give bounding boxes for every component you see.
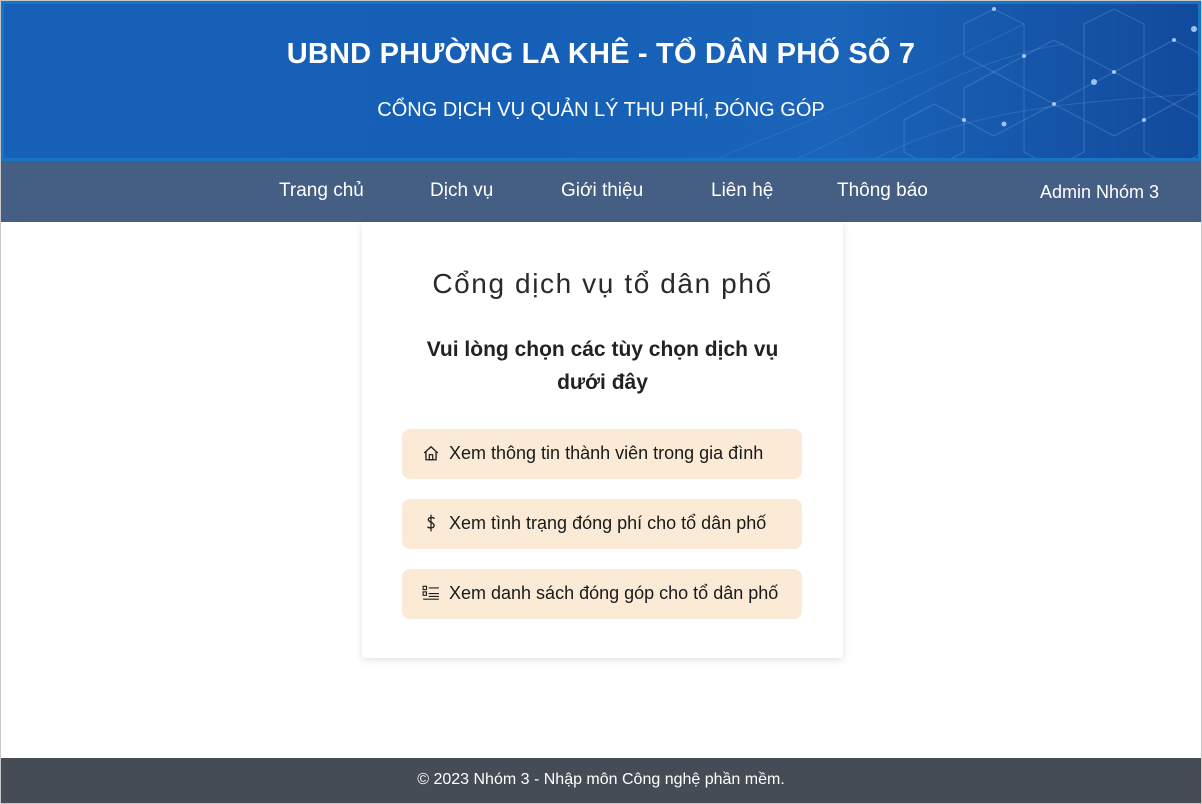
option-label: Xem tình trạng đóng phí cho tổ dân phố xyxy=(449,513,767,533)
option-label: Xem danh sách đóng góp cho tổ dân phố xyxy=(449,583,779,603)
nav-link-contact[interactable]: Liên hệ xyxy=(711,180,773,202)
footer-copyright: © 2023 Nhóm 3 - Nhập môn Công nghệ phần … xyxy=(417,771,785,788)
option-view-contribution-list[interactable]: Xem danh sách đóng góp cho tổ dân phố xyxy=(402,569,802,619)
option-view-fee-status[interactable]: Xem tình trạng đóng phí cho tổ dân phố xyxy=(402,499,802,549)
option-label: Xem thông tin thành viên trong gia đình xyxy=(449,443,764,463)
header-banner: UBND PHƯỜNG LA KHÊ - TỔ DÂN PHỐ SỐ 7 CỔN… xyxy=(1,1,1201,161)
nav-link-notifications[interactable]: Thông báo xyxy=(837,180,928,202)
house-icon xyxy=(423,445,439,461)
user-account-menu[interactable]: Admin Nhóm 3 xyxy=(1040,182,1159,203)
option-view-family-members[interactable]: Xem thông tin thành viên trong gia đình xyxy=(402,429,802,479)
banner-network-decoration xyxy=(717,7,1198,158)
nav-link-home[interactable]: Trang chủ xyxy=(279,180,364,202)
site-title: UBND PHƯỜNG LA KHÊ - TỔ DÂN PHỐ SỐ 7 xyxy=(286,38,916,70)
card-title: Cổng dịch vụ tổ dân phố xyxy=(432,268,773,299)
page-frame: UBND PHƯỜNG LA KHÊ - TỔ DÂN PHỐ SỐ 7 CỔN… xyxy=(0,0,1202,804)
nav-link-about[interactable]: Giới thiệu xyxy=(561,180,643,202)
card-instruction: Vui lòng chọn các tùy chọn dịch vụ dưới … xyxy=(426,338,779,394)
main-navbar: Trang chủ Dịch vụ Giới thiệu Liên hệ Thô… xyxy=(1,161,1201,222)
nav-link-services[interactable]: Dịch vụ xyxy=(430,180,493,202)
page-footer: © 2023 Nhóm 3 - Nhập môn Công nghệ phần … xyxy=(1,758,1201,803)
dollar-icon xyxy=(426,514,436,532)
list-icon xyxy=(422,585,439,600)
site-subtitle: CỔNG DỊCH VỤ QUẢN LÝ THU PHÍ, ĐÓNG GÓP xyxy=(377,99,825,121)
service-card: Cổng dịch vụ tổ dân phố Vui lòng chọn cá… xyxy=(362,222,843,658)
